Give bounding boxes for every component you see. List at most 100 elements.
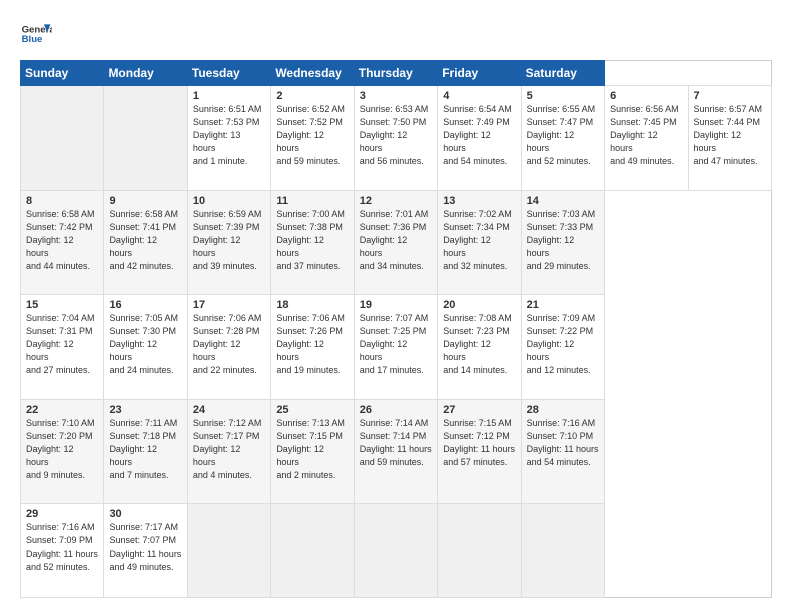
calendar-cell: 7Sunrise: 6:57 AM Sunset: 7:44 PM Daylig… <box>688 86 772 191</box>
day-number: 6 <box>610 90 682 102</box>
calendar-cell <box>438 504 521 598</box>
day-info: Sunrise: 6:55 AM Sunset: 7:47 PM Dayligh… <box>527 103 599 168</box>
calendar-cell: 23Sunrise: 7:11 AM Sunset: 7:18 PM Dayli… <box>104 399 187 504</box>
day-info: Sunrise: 7:01 AM Sunset: 7:36 PM Dayligh… <box>360 208 432 273</box>
calendar-cell: 29Sunrise: 7:16 AM Sunset: 7:09 PM Dayli… <box>21 504 104 598</box>
calendar-cell <box>104 86 187 191</box>
day-info: Sunrise: 7:13 AM Sunset: 7:15 PM Dayligh… <box>276 417 348 482</box>
calendar-cell: 26Sunrise: 7:14 AM Sunset: 7:14 PM Dayli… <box>354 399 437 504</box>
calendar-cell: 9Sunrise: 6:58 AM Sunset: 7:41 PM Daylig… <box>104 190 187 295</box>
calendar-table: SundayMondayTuesdayWednesdayThursdayFrid… <box>20 60 772 598</box>
day-number: 22 <box>26 404 98 416</box>
day-info: Sunrise: 7:09 AM Sunset: 7:22 PM Dayligh… <box>527 312 599 377</box>
day-info: Sunrise: 7:06 AM Sunset: 7:28 PM Dayligh… <box>193 312 265 377</box>
calendar-week-3: 22Sunrise: 7:10 AM Sunset: 7:20 PM Dayli… <box>21 399 772 504</box>
day-info: Sunrise: 7:00 AM Sunset: 7:38 PM Dayligh… <box>276 208 348 273</box>
calendar-week-1: 8Sunrise: 6:58 AM Sunset: 7:42 PM Daylig… <box>21 190 772 295</box>
day-number: 25 <box>276 404 348 416</box>
day-info: Sunrise: 6:59 AM Sunset: 7:39 PM Dayligh… <box>193 208 265 273</box>
day-number: 27 <box>443 404 515 416</box>
calendar-header-monday: Monday <box>104 61 187 86</box>
day-info: Sunrise: 6:58 AM Sunset: 7:41 PM Dayligh… <box>109 208 181 273</box>
calendar-cell: 19Sunrise: 7:07 AM Sunset: 7:25 PM Dayli… <box>354 295 437 400</box>
day-number: 29 <box>26 508 98 520</box>
day-number: 13 <box>443 195 515 207</box>
day-number: 2 <box>276 90 348 102</box>
day-info: Sunrise: 6:53 AM Sunset: 7:50 PM Dayligh… <box>360 103 432 168</box>
day-info: Sunrise: 7:11 AM Sunset: 7:18 PM Dayligh… <box>109 417 181 482</box>
calendar-cell: 30Sunrise: 7:17 AM Sunset: 7:07 PM Dayli… <box>104 504 187 598</box>
calendar-cell: 28Sunrise: 7:16 AM Sunset: 7:10 PM Dayli… <box>521 399 604 504</box>
day-info: Sunrise: 6:52 AM Sunset: 7:52 PM Dayligh… <box>276 103 348 168</box>
logo-icon: General Blue <box>20 18 52 50</box>
day-number: 19 <box>360 299 432 311</box>
calendar-body: 1Sunrise: 6:51 AM Sunset: 7:53 PM Daylig… <box>21 86 772 598</box>
day-number: 1 <box>193 90 265 102</box>
day-info: Sunrise: 6:54 AM Sunset: 7:49 PM Dayligh… <box>443 103 515 168</box>
day-number: 5 <box>527 90 599 102</box>
calendar-header-thursday: Thursday <box>354 61 437 86</box>
day-number: 8 <box>26 195 98 207</box>
day-info: Sunrise: 7:08 AM Sunset: 7:23 PM Dayligh… <box>443 312 515 377</box>
calendar-week-2: 15Sunrise: 7:04 AM Sunset: 7:31 PM Dayli… <box>21 295 772 400</box>
calendar-cell: 13Sunrise: 7:02 AM Sunset: 7:34 PM Dayli… <box>438 190 521 295</box>
day-info: Sunrise: 7:07 AM Sunset: 7:25 PM Dayligh… <box>360 312 432 377</box>
calendar-cell: 12Sunrise: 7:01 AM Sunset: 7:36 PM Dayli… <box>354 190 437 295</box>
calendar-week-0: 1Sunrise: 6:51 AM Sunset: 7:53 PM Daylig… <box>21 86 772 191</box>
day-number: 11 <box>276 195 348 207</box>
calendar-cell <box>21 86 104 191</box>
page: General Blue SundayMondayTuesdayWednesda… <box>0 0 792 612</box>
calendar-cell: 4Sunrise: 6:54 AM Sunset: 7:49 PM Daylig… <box>438 86 521 191</box>
calendar-cell: 15Sunrise: 7:04 AM Sunset: 7:31 PM Dayli… <box>21 295 104 400</box>
day-number: 7 <box>694 90 767 102</box>
day-info: Sunrise: 7:02 AM Sunset: 7:34 PM Dayligh… <box>443 208 515 273</box>
day-number: 17 <box>193 299 265 311</box>
day-info: Sunrise: 6:57 AM Sunset: 7:44 PM Dayligh… <box>694 103 767 168</box>
svg-text:Blue: Blue <box>22 34 43 45</box>
day-number: 26 <box>360 404 432 416</box>
logo: General Blue <box>20 18 52 50</box>
day-info: Sunrise: 7:12 AM Sunset: 7:17 PM Dayligh… <box>193 417 265 482</box>
day-info: Sunrise: 7:05 AM Sunset: 7:30 PM Dayligh… <box>109 312 181 377</box>
calendar-cell <box>521 504 604 598</box>
day-info: Sunrise: 7:17 AM Sunset: 7:07 PM Dayligh… <box>109 521 181 573</box>
calendar-cell: 10Sunrise: 6:59 AM Sunset: 7:39 PM Dayli… <box>187 190 270 295</box>
calendar-cell: 21Sunrise: 7:09 AM Sunset: 7:22 PM Dayli… <box>521 295 604 400</box>
day-info: Sunrise: 7:04 AM Sunset: 7:31 PM Dayligh… <box>26 312 98 377</box>
day-info: Sunrise: 7:15 AM Sunset: 7:12 PM Dayligh… <box>443 417 515 469</box>
day-info: Sunrise: 7:16 AM Sunset: 7:09 PM Dayligh… <box>26 521 98 573</box>
calendar-cell: 18Sunrise: 7:06 AM Sunset: 7:26 PM Dayli… <box>271 295 354 400</box>
day-info: Sunrise: 7:10 AM Sunset: 7:20 PM Dayligh… <box>26 417 98 482</box>
day-info: Sunrise: 6:58 AM Sunset: 7:42 PM Dayligh… <box>26 208 98 273</box>
calendar-cell: 27Sunrise: 7:15 AM Sunset: 7:12 PM Dayli… <box>438 399 521 504</box>
day-number: 12 <box>360 195 432 207</box>
calendar-cell: 17Sunrise: 7:06 AM Sunset: 7:28 PM Dayli… <box>187 295 270 400</box>
calendar-cell: 14Sunrise: 7:03 AM Sunset: 7:33 PM Dayli… <box>521 190 604 295</box>
day-number: 9 <box>109 195 181 207</box>
calendar-header-friday: Friday <box>438 61 521 86</box>
calendar-header-tuesday: Tuesday <box>187 61 270 86</box>
calendar-cell: 3Sunrise: 6:53 AM Sunset: 7:50 PM Daylig… <box>354 86 437 191</box>
day-number: 28 <box>527 404 599 416</box>
calendar-cell: 24Sunrise: 7:12 AM Sunset: 7:17 PM Dayli… <box>187 399 270 504</box>
day-info: Sunrise: 7:14 AM Sunset: 7:14 PM Dayligh… <box>360 417 432 469</box>
day-number: 30 <box>109 508 181 520</box>
day-info: Sunrise: 7:06 AM Sunset: 7:26 PM Dayligh… <box>276 312 348 377</box>
day-number: 3 <box>360 90 432 102</box>
calendar-cell: 20Sunrise: 7:08 AM Sunset: 7:23 PM Dayli… <box>438 295 521 400</box>
day-number: 10 <box>193 195 265 207</box>
day-number: 14 <box>527 195 599 207</box>
day-number: 24 <box>193 404 265 416</box>
calendar-header-wednesday: Wednesday <box>271 61 354 86</box>
day-info: Sunrise: 7:03 AM Sunset: 7:33 PM Dayligh… <box>527 208 599 273</box>
day-info: Sunrise: 6:51 AM Sunset: 7:53 PM Dayligh… <box>193 103 265 168</box>
calendar-cell <box>271 504 354 598</box>
calendar-cell: 2Sunrise: 6:52 AM Sunset: 7:52 PM Daylig… <box>271 86 354 191</box>
day-info: Sunrise: 7:16 AM Sunset: 7:10 PM Dayligh… <box>527 417 599 469</box>
calendar-cell: 8Sunrise: 6:58 AM Sunset: 7:42 PM Daylig… <box>21 190 104 295</box>
day-info: Sunrise: 6:56 AM Sunset: 7:45 PM Dayligh… <box>610 103 682 168</box>
calendar-header-sunday: Sunday <box>21 61 104 86</box>
calendar-cell: 11Sunrise: 7:00 AM Sunset: 7:38 PM Dayli… <box>271 190 354 295</box>
day-number: 20 <box>443 299 515 311</box>
calendar-cell: 5Sunrise: 6:55 AM Sunset: 7:47 PM Daylig… <box>521 86 604 191</box>
